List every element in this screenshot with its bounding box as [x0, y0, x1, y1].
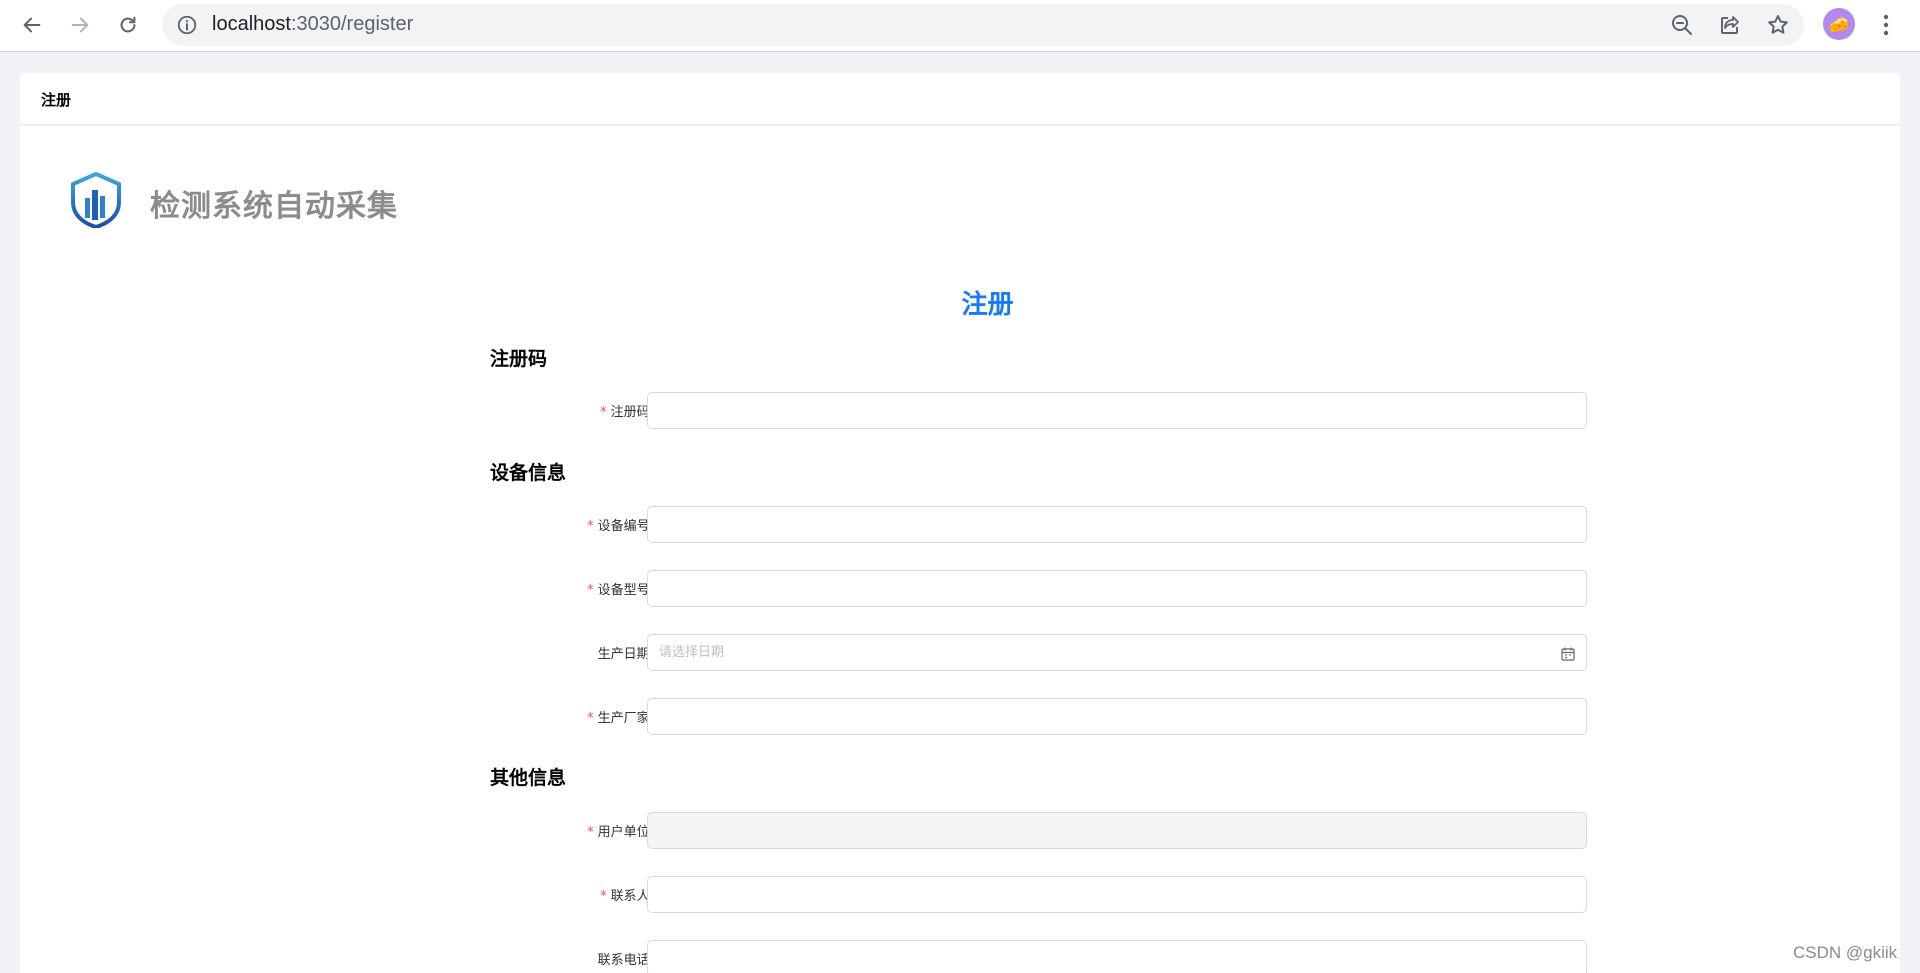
profile-avatar[interactable]: 🧀: [1823, 8, 1855, 40]
required-mark: *: [587, 519, 594, 534]
contact-person-label: * 联系人:: [480, 885, 654, 904]
tab-register[interactable]: 注册: [41, 89, 71, 110]
page-tab-bar: 注册: [20, 73, 1900, 125]
page-title: 注册: [961, 290, 1014, 320]
registration-code-input[interactable]: [647, 392, 1587, 429]
forward-arrow-icon[interactable]: [63, 8, 97, 42]
shield-logo-icon: [71, 172, 121, 228]
register-content: 检测系统自动采集 注册 注册码 * 注册码: 设备信息 * 设备编号: * 设备型号:…: [20, 126, 1900, 973]
address-bar[interactable]: localhost:3030/register: [162, 4, 1804, 46]
section-title-device: 设备信息: [490, 462, 567, 484]
required-mark: *: [600, 405, 607, 420]
required-mark: *: [587, 711, 594, 726]
device-model-label: * 设备型号:: [480, 579, 654, 598]
required-mark: *: [600, 889, 607, 904]
section-title-other: 其他信息: [490, 767, 567, 789]
menu-dots-icon[interactable]: [1874, 12, 1898, 38]
user-unit-input: [647, 812, 1587, 849]
browser-toolbar: localhost:3030/register 🧀: [0, 0, 1920, 52]
url-host: localhost: [212, 13, 291, 35]
manufacturer-label: * 生产厂家:: [480, 707, 654, 726]
watermark: CSDN @gkiik: [1793, 943, 1898, 962]
production-date-label: 生产日期:: [597, 647, 654, 662]
user-unit-label: * 用户单位:: [480, 821, 654, 840]
device-number-label: * 设备编号:: [480, 515, 654, 534]
url-path: :3030/register: [290, 13, 414, 35]
avatar-glyph: 🧀: [1829, 14, 1849, 34]
contact-phone-input[interactable]: [647, 940, 1587, 973]
star-icon[interactable]: [1766, 13, 1790, 37]
info-icon[interactable]: [176, 14, 198, 36]
app-title: 检测系统自动采集: [150, 189, 398, 224]
device-number-input[interactable]: [647, 506, 1587, 543]
required-mark: *: [587, 583, 594, 598]
calendar-icon[interactable]: [1560, 646, 1576, 662]
back-arrow-icon[interactable]: [15, 8, 49, 42]
contact-person-input[interactable]: [647, 876, 1587, 913]
manufacturer-input[interactable]: [647, 698, 1587, 735]
share-icon[interactable]: [1718, 13, 1742, 37]
zoom-icon[interactable]: [1670, 13, 1694, 37]
device-model-label-text: 设备型号:: [597, 583, 654, 598]
section-title-registration: 注册码: [490, 348, 548, 370]
user-unit-label-text: 用户单位:: [597, 825, 654, 840]
registration-code-label: * 注册码:: [480, 401, 654, 420]
required-mark: *: [587, 825, 594, 840]
device-number-label-text: 设备编号:: [597, 519, 654, 534]
production-date-picker[interactable]: [647, 634, 1587, 671]
url-text[interactable]: localhost:3030/register: [212, 13, 413, 36]
device-model-input[interactable]: [647, 570, 1587, 607]
reload-icon[interactable]: [111, 8, 145, 42]
manufacturer-label-text: 生产厂家:: [597, 711, 654, 726]
contact-phone-label: 联系电话:: [597, 953, 654, 968]
